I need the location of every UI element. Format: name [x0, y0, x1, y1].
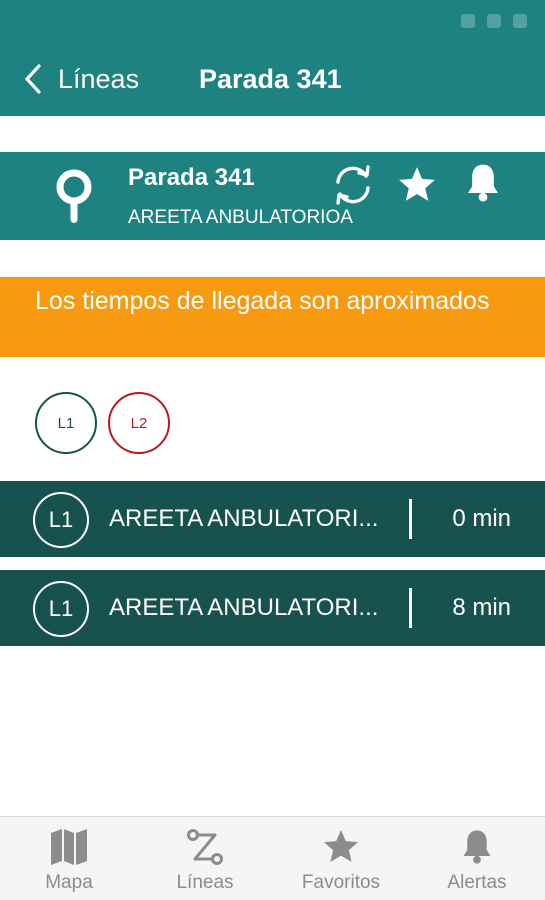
approximate-times-notice: Los tiempos de llegada son aproximados	[0, 277, 545, 357]
back-button[interactable]: Líneas	[22, 60, 139, 98]
signal-icon	[461, 14, 475, 28]
alert-button[interactable]	[458, 156, 508, 210]
arrival-destination: AREETA ANBULATORI...	[109, 594, 379, 621]
line-badge: L1	[33, 581, 89, 637]
tab-mapa[interactable]: Mapa	[28, 817, 110, 900]
back-label: Líneas	[58, 63, 140, 94]
arrival-time: 8 min	[452, 594, 511, 621]
tab-favoritos[interactable]: Favoritos	[294, 817, 388, 900]
bell-icon	[468, 164, 498, 202]
route-icon	[187, 829, 223, 865]
chevron-left-icon	[25, 64, 41, 94]
wifi-icon	[487, 14, 501, 28]
star-icon	[399, 167, 435, 201]
tab-alertas[interactable]: Alertas	[434, 817, 520, 900]
stop-location: AREETA ANBULATORIOA	[128, 207, 353, 228]
star-icon	[324, 830, 358, 862]
tab-label: Mapa	[45, 872, 93, 893]
map-icon	[51, 829, 87, 865]
tab-label: Favoritos	[301, 872, 381, 893]
page-title: Parada 341	[199, 64, 342, 94]
bottom-tab-bar: Mapa Líneas Favoritos Alertas	[0, 816, 545, 900]
divider	[409, 499, 412, 539]
line-badge: L1	[33, 492, 89, 548]
bell-icon	[463, 830, 491, 864]
line-filter-l2[interactable]: L2	[108, 392, 170, 454]
tab-label: Alertas	[447, 872, 507, 893]
divider	[409, 588, 412, 628]
favorite-button[interactable]	[392, 158, 442, 212]
status-bar-icons	[461, 14, 527, 28]
stop-name: Parada 341	[128, 164, 255, 191]
tab-label: Líneas	[176, 872, 234, 893]
line-filter-l1[interactable]: L1	[35, 392, 97, 454]
arrival-row[interactable]: L1 AREETA ANBULATORI... 8 min	[0, 570, 545, 646]
tab-lineas[interactable]: Líneas	[160, 817, 250, 900]
battery-icon	[513, 14, 527, 28]
arrival-row[interactable]: L1 AREETA ANBULATORI... 0 min	[0, 481, 545, 557]
arrival-destination: AREETA ANBULATORI...	[109, 505, 379, 532]
refresh-button[interactable]	[326, 158, 380, 212]
map-pin-icon	[56, 169, 92, 223]
refresh-icon	[336, 165, 370, 205]
arrival-time: 0 min	[452, 505, 511, 532]
app-header: Líneas Parada 341	[0, 0, 545, 116]
